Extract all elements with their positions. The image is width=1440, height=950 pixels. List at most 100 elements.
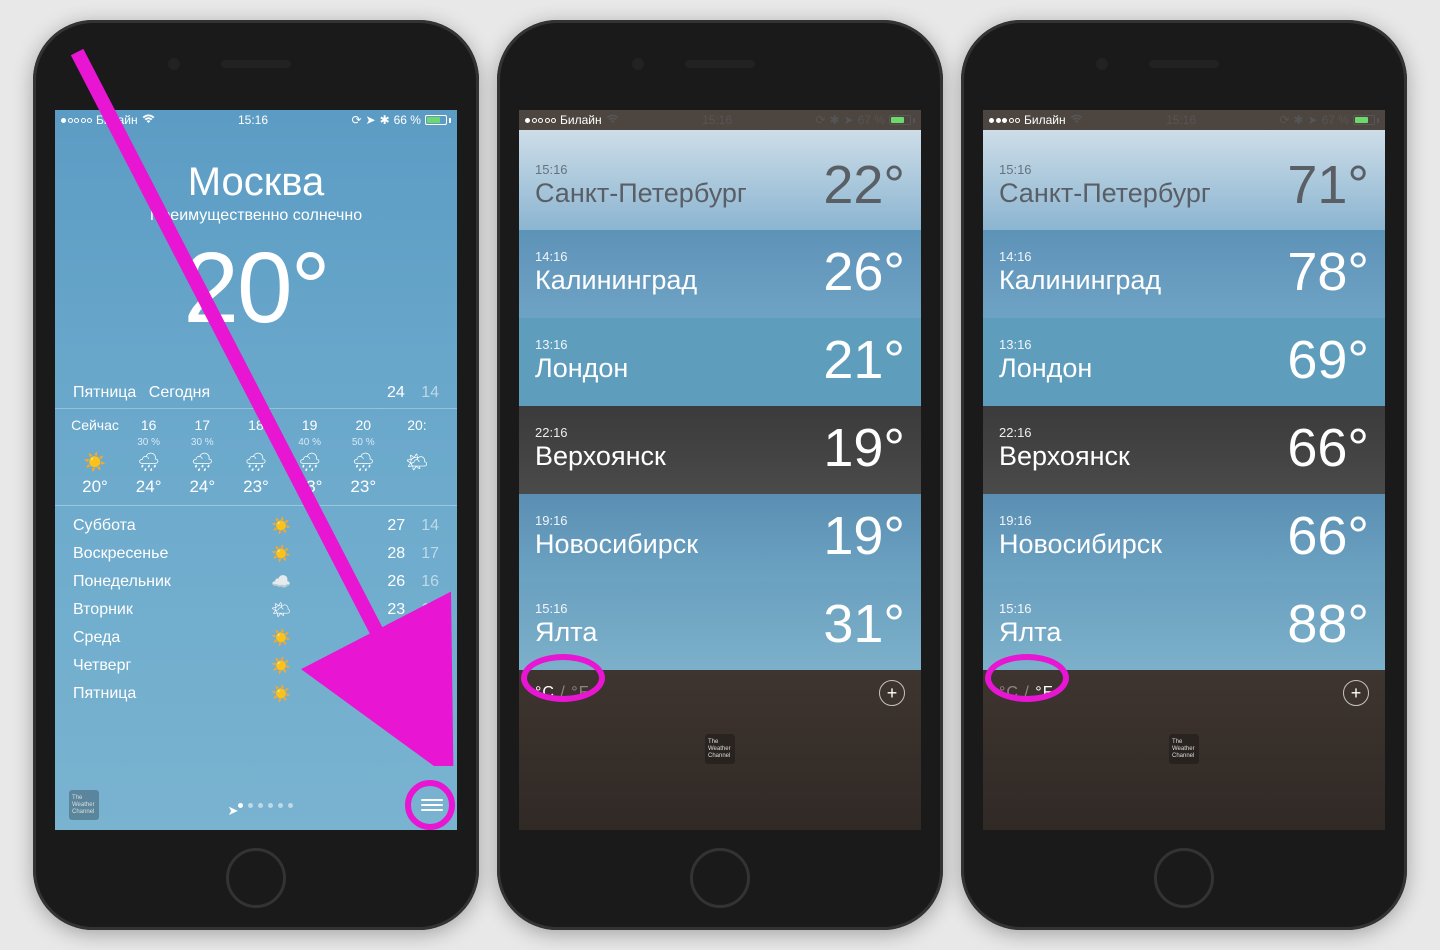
forecast-row: Суббота ☀️ 2714	[73, 512, 439, 540]
unit-toggle[interactable]: °C / °F	[535, 684, 589, 702]
fahrenheit-label[interactable]: °F	[1035, 684, 1053, 701]
precip-chance: 50 %	[352, 437, 375, 448]
hour-temp: 23°	[297, 477, 323, 497]
city-name: Калининград	[535, 265, 697, 296]
hour-temp: 24°	[136, 477, 162, 497]
forecast-day: Суббота	[73, 517, 203, 535]
carrier-label: Билайн	[560, 113, 602, 127]
home-button[interactable]	[690, 848, 750, 908]
city-temperature: 22°	[823, 154, 905, 216]
weather-icon: 🌧	[137, 452, 160, 473]
forecast-high: 26	[387, 573, 405, 591]
weather-detail-screen: Билайн 15:16 ⟳ ➤ ✱ 66 % Москва Преимущес…	[55, 110, 457, 830]
hour-label: 16	[141, 417, 157, 433]
city-row[interactable]: 19:16 Новосибирск 19°	[519, 494, 921, 582]
forecast-low: 12	[421, 601, 439, 619]
weather-icon: 🌧	[245, 452, 268, 473]
hour-label: 17	[195, 417, 211, 433]
forecast-day: Воскресенье	[73, 545, 203, 563]
wifi-icon	[606, 113, 619, 127]
unit-toggle[interactable]: °C / °F	[999, 684, 1053, 702]
battery-percent: 66 %	[394, 113, 421, 127]
forecast-day: Четверг	[73, 657, 203, 675]
location-icon: ➤	[366, 113, 376, 127]
fahrenheit-label[interactable]: °F	[571, 684, 589, 701]
forecast-row: Воскресенье ☀️ 2817	[73, 540, 439, 568]
weekly-forecast[interactable]: Суббота ☀️ 2714Воскресенье ☀️ 2817Понеде…	[55, 506, 457, 784]
add-city-button[interactable]: +	[1343, 680, 1369, 706]
hour-label: 19	[302, 417, 318, 433]
city-local-time: 13:16	[535, 337, 628, 352]
today-label: Сегодня	[149, 384, 210, 401]
city-temperature: 19°	[823, 505, 905, 567]
precip-chance	[255, 437, 258, 448]
city-temperature: 31°	[823, 593, 905, 655]
city-row[interactable]: 13:16 Лондон 69°	[983, 318, 1385, 406]
city-row[interactable]: 15:16 Ялта 31°	[519, 582, 921, 670]
celsius-label[interactable]: °C	[535, 684, 555, 701]
precip-chance: 40 %	[298, 437, 321, 448]
city-row[interactable]: 13:16 Лондон 21°	[519, 318, 921, 406]
city-name: Москва	[55, 160, 457, 205]
city-row[interactable]: 14:16 Калининград 26°	[519, 230, 921, 318]
weather-channel-logo[interactable]: TheWeatherChannel	[1169, 734, 1199, 764]
home-button[interactable]	[226, 848, 286, 908]
weather-icon: ☀️	[266, 684, 296, 704]
city-temperature: 19°	[823, 417, 905, 479]
weather-list-screen-celsius: Билайн 15:16 ⟳✱➤ 67 % 15:16 Санкт-Петерб…	[519, 110, 921, 830]
add-city-button[interactable]: +	[879, 680, 905, 706]
phone-device-2: Билайн 15:16 ⟳✱➤ 67 % 15:16 Санкт-Петерб…	[497, 20, 943, 930]
forecast-low: 11	[422, 629, 439, 647]
hourly-item: 17 30 % 🌧 24°	[176, 417, 228, 497]
weather-icon: 🌧	[352, 452, 375, 473]
city-row[interactable]: 14:16 Калининград 78°	[983, 230, 1385, 318]
status-time: 15:16	[238, 113, 268, 127]
city-row[interactable]: 22:16 Верхоянск 66°	[983, 406, 1385, 494]
city-temperature: 71°	[1287, 154, 1369, 216]
forecast-high: 23	[387, 601, 405, 619]
forecast-row: Четверг ☀️ 11	[73, 652, 439, 680]
cities-list-button[interactable]	[421, 799, 443, 811]
weather-channel-logo[interactable]: TheWeatherChannel	[69, 790, 99, 820]
forecast-row: Вторник 🌤 2312	[73, 596, 439, 624]
today-high: 24	[387, 384, 405, 402]
hour-label: Сейчас	[71, 417, 119, 433]
detail-bottom-bar: TheWeatherChannel ➤	[55, 784, 457, 830]
hourly-item: 20: 🌤	[391, 417, 443, 497]
battery-icon	[889, 115, 915, 125]
forecast-row: Среда ☀️ 211	[73, 624, 439, 652]
city-row[interactable]: 15:16 Ялта 88°	[983, 582, 1385, 670]
status-bar: Билайн 15:16 ⟳✱➤ 67 %	[983, 110, 1385, 130]
city-local-time: 19:16	[535, 513, 698, 528]
forecast-low: 12	[421, 685, 439, 703]
list-footer: °C / °F + TheWeatherChannel	[983, 670, 1385, 830]
celsius-label[interactable]: °C	[999, 684, 1019, 701]
city-temperature: 66°	[1287, 417, 1369, 479]
hourly-forecast[interactable]: Сейчас ☀️ 20°16 30 % 🌧 24°17 30 % 🌧 24°1…	[55, 408, 457, 506]
battery-percent: 67 %	[858, 113, 885, 127]
weather-icon: ☀️	[266, 628, 296, 648]
hour-label: 20	[355, 417, 371, 433]
orientation-lock-icon: ⟳	[351, 113, 361, 127]
city-temperature: 78°	[1287, 241, 1369, 303]
weather-channel-logo[interactable]: TheWeatherChannel	[705, 734, 735, 764]
city-row[interactable]: 15:16 Санкт-Петербург 71°	[983, 130, 1385, 230]
battery-icon	[1353, 115, 1379, 125]
home-button[interactable]	[1154, 848, 1214, 908]
forecast-low: 16	[421, 573, 439, 591]
city-name: Лондон	[535, 353, 628, 384]
city-row[interactable]: 15:16 Санкт-Петербург 22°	[519, 130, 921, 230]
weather-condition: Преимущественно солнечно	[55, 207, 457, 225]
forecast-high: 2	[397, 629, 406, 647]
today-low: 14	[421, 384, 439, 402]
city-row[interactable]: 19:16 Новосибирск 66°	[983, 494, 1385, 582]
forecast-high: 24	[387, 685, 405, 703]
city-name: Калининград	[999, 265, 1161, 296]
today-summary: Пятница Сегодня 24 14	[55, 384, 457, 402]
wifi-icon	[1070, 113, 1083, 127]
city-local-time: 14:16	[535, 249, 697, 264]
battery-percent: 67 %	[1322, 113, 1349, 127]
city-name: Ялта	[999, 617, 1061, 648]
page-indicator[interactable]: ➤	[228, 803, 293, 808]
city-row[interactable]: 22:16 Верхоянск 19°	[519, 406, 921, 494]
